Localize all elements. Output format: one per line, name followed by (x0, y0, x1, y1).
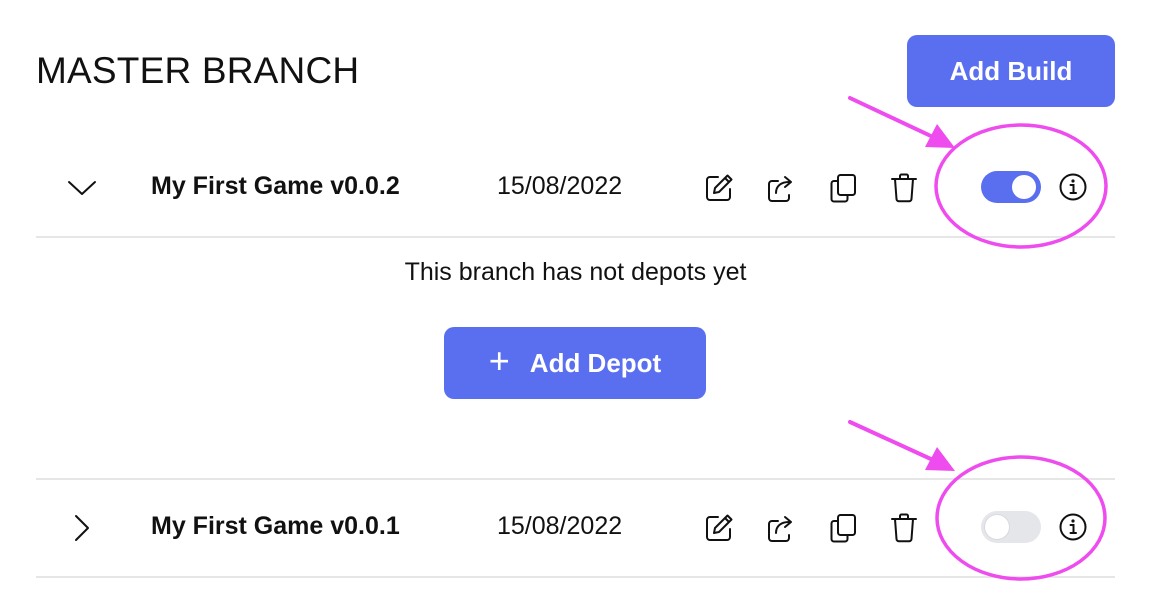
row-divider (36, 236, 1115, 238)
add-depot-label: Add Depot (529, 347, 662, 378)
build-row: My First Game v0.0.2 15/08/2022 (36, 148, 1115, 228)
edit-icon[interactable] (702, 511, 736, 545)
page-title: MASTER BRANCH (36, 50, 360, 91)
build-name: My First Game v0.0.2 (151, 172, 400, 200)
info-icon[interactable] (1056, 510, 1090, 544)
build-row: My First Game v0.0.1 15/08/2022 (36, 488, 1115, 568)
edit-icon[interactable] (702, 171, 736, 205)
copy-icon[interactable] (826, 171, 860, 205)
toggle-knob (1012, 175, 1036, 199)
info-icon[interactable] (1056, 170, 1090, 204)
build-enabled-toggle[interactable] (981, 511, 1041, 543)
annotation-arrow (848, 420, 955, 471)
chevron-right-icon[interactable] (64, 510, 100, 546)
empty-depots-message: This branch has not depots yet (404, 258, 747, 286)
build-enabled-toggle[interactable] (981, 171, 1041, 203)
add-build-button[interactable]: Add Build (907, 35, 1115, 107)
page: MASTER BRANCH Add Build My First Game v0… (0, 0, 1168, 600)
add-depot-button[interactable]: + Add Depot (444, 327, 706, 399)
chevron-down-icon[interactable] (64, 170, 100, 206)
share-icon[interactable] (764, 511, 798, 545)
row-divider (36, 478, 1115, 480)
copy-icon[interactable] (826, 511, 860, 545)
trash-icon[interactable] (887, 171, 921, 205)
trash-icon[interactable] (887, 511, 921, 545)
row-divider (36, 576, 1115, 578)
toggle-knob (985, 515, 1009, 539)
build-date: 15/08/2022 (497, 512, 623, 540)
build-date: 15/08/2022 (497, 172, 623, 200)
share-icon[interactable] (764, 171, 798, 205)
plus-icon: + (488, 340, 510, 381)
build-name: My First Game v0.0.1 (151, 512, 400, 540)
